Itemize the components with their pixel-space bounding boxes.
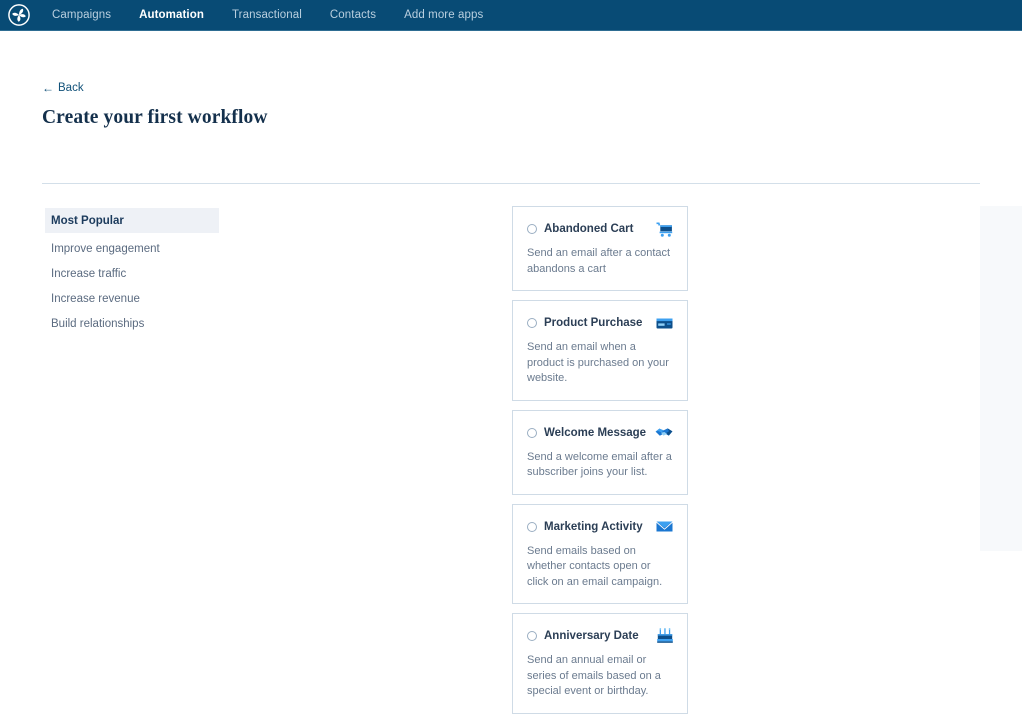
card-header: Product Purchase — [527, 315, 673, 331]
workflow-card-anniversary-date[interactable]: Anniversary Date Send an annual email or… — [512, 613, 688, 714]
sidebar-item-label: Increase traffic — [51, 267, 127, 280]
back-link[interactable]: ← Back — [42, 82, 84, 94]
card-title: Abandoned Cart — [544, 223, 634, 235]
nav-item-campaigns[interactable]: Campaigns — [38, 0, 125, 31]
category-sidebar: Most Popular Improve engagement Increase… — [45, 208, 219, 336]
envelope-icon — [653, 519, 673, 535]
nav-item-transactional[interactable]: Transactional — [218, 0, 316, 31]
card-header: Marketing Activity — [527, 519, 673, 535]
brand-logo[interactable] — [0, 0, 38, 31]
sidebar-item-label: Increase revenue — [51, 292, 140, 305]
card-title: Anniversary Date — [544, 630, 639, 642]
sidebar-item-most-popular[interactable]: Most Popular — [45, 208, 219, 233]
radio-marketing-activity[interactable] — [527, 521, 537, 532]
card-description: Send an email after a contact abandons a… — [527, 247, 671, 275]
radio-abandoned-cart[interactable] — [527, 224, 537, 234]
workflow-card-product-purchase[interactable]: Product Purchase Send an email when a pr… — [512, 300, 688, 401]
top-navigation-bar: Campaigns Automation Transactional Conta… — [0, 0, 1022, 31]
shopping-cart-icon — [653, 221, 673, 237]
birthday-cake-icon — [653, 628, 673, 644]
card-description: Send emails based on whether contacts op… — [527, 544, 663, 588]
card-title: Marketing Activity — [544, 520, 643, 533]
sidebar-item-label: Build relationships — [51, 317, 145, 330]
workflow-card-list: Abandoned Cart Send an email after a con… — [512, 206, 688, 723]
page-content: ← Back Create your first workflow Most P… — [0, 31, 1022, 714]
nav-item-add-more-apps[interactable]: Add more apps — [390, 0, 497, 31]
workflow-card-welcome-message[interactable]: Welcome Message Send a welcome email aft… — [512, 409, 688, 495]
card-header: Abandoned Cart — [527, 221, 673, 237]
sidebar-item-increase-revenue[interactable]: Increase revenue — [45, 286, 219, 311]
card-header: Anniversary Date — [527, 628, 673, 644]
nav-item-list: Campaigns Automation Transactional Conta… — [38, 0, 497, 31]
sidebar-item-increase-traffic[interactable]: Increase traffic — [45, 261, 219, 286]
sidebar-item-label: Most Popular — [51, 214, 124, 227]
radio-product-purchase[interactable] — [527, 318, 537, 328]
radio-anniversary-date[interactable] — [527, 631, 537, 641]
back-link-label: Back — [58, 82, 84, 94]
sidebar-item-improve-engagement[interactable]: Improve engagement — [45, 236, 219, 261]
card-title: Product Purchase — [544, 317, 643, 329]
header-divider — [42, 183, 980, 184]
pinwheel-logo-icon — [8, 4, 30, 26]
credit-card-icon — [653, 315, 673, 331]
page-title: Create your first workflow — [42, 107, 268, 128]
handshake-icon — [653, 425, 673, 441]
card-description: Send an email when a product is purchase… — [527, 341, 669, 384]
card-title: Welcome Message — [544, 426, 647, 439]
sidebar-item-label: Improve engagement — [51, 242, 160, 255]
radio-welcome-message[interactable] — [527, 427, 537, 438]
card-description: Send an annual email or series of emails… — [527, 654, 661, 697]
card-header: Welcome Message — [527, 425, 673, 441]
card-description: Send a welcome email after a subscriber … — [527, 450, 672, 479]
workflow-card-marketing-activity[interactable]: Marketing Activity Send emails based on … — [512, 503, 688, 604]
nav-item-contacts[interactable]: Contacts — [316, 0, 390, 31]
arrow-left-icon: ← — [42, 81, 54, 95]
right-side-panel — [980, 206, 1022, 551]
sidebar-item-build-relationships[interactable]: Build relationships — [45, 311, 219, 336]
nav-item-automation[interactable]: Automation — [125, 0, 218, 31]
workflow-card-abandoned-cart[interactable]: Abandoned Cart Send an email after a con… — [512, 206, 688, 291]
